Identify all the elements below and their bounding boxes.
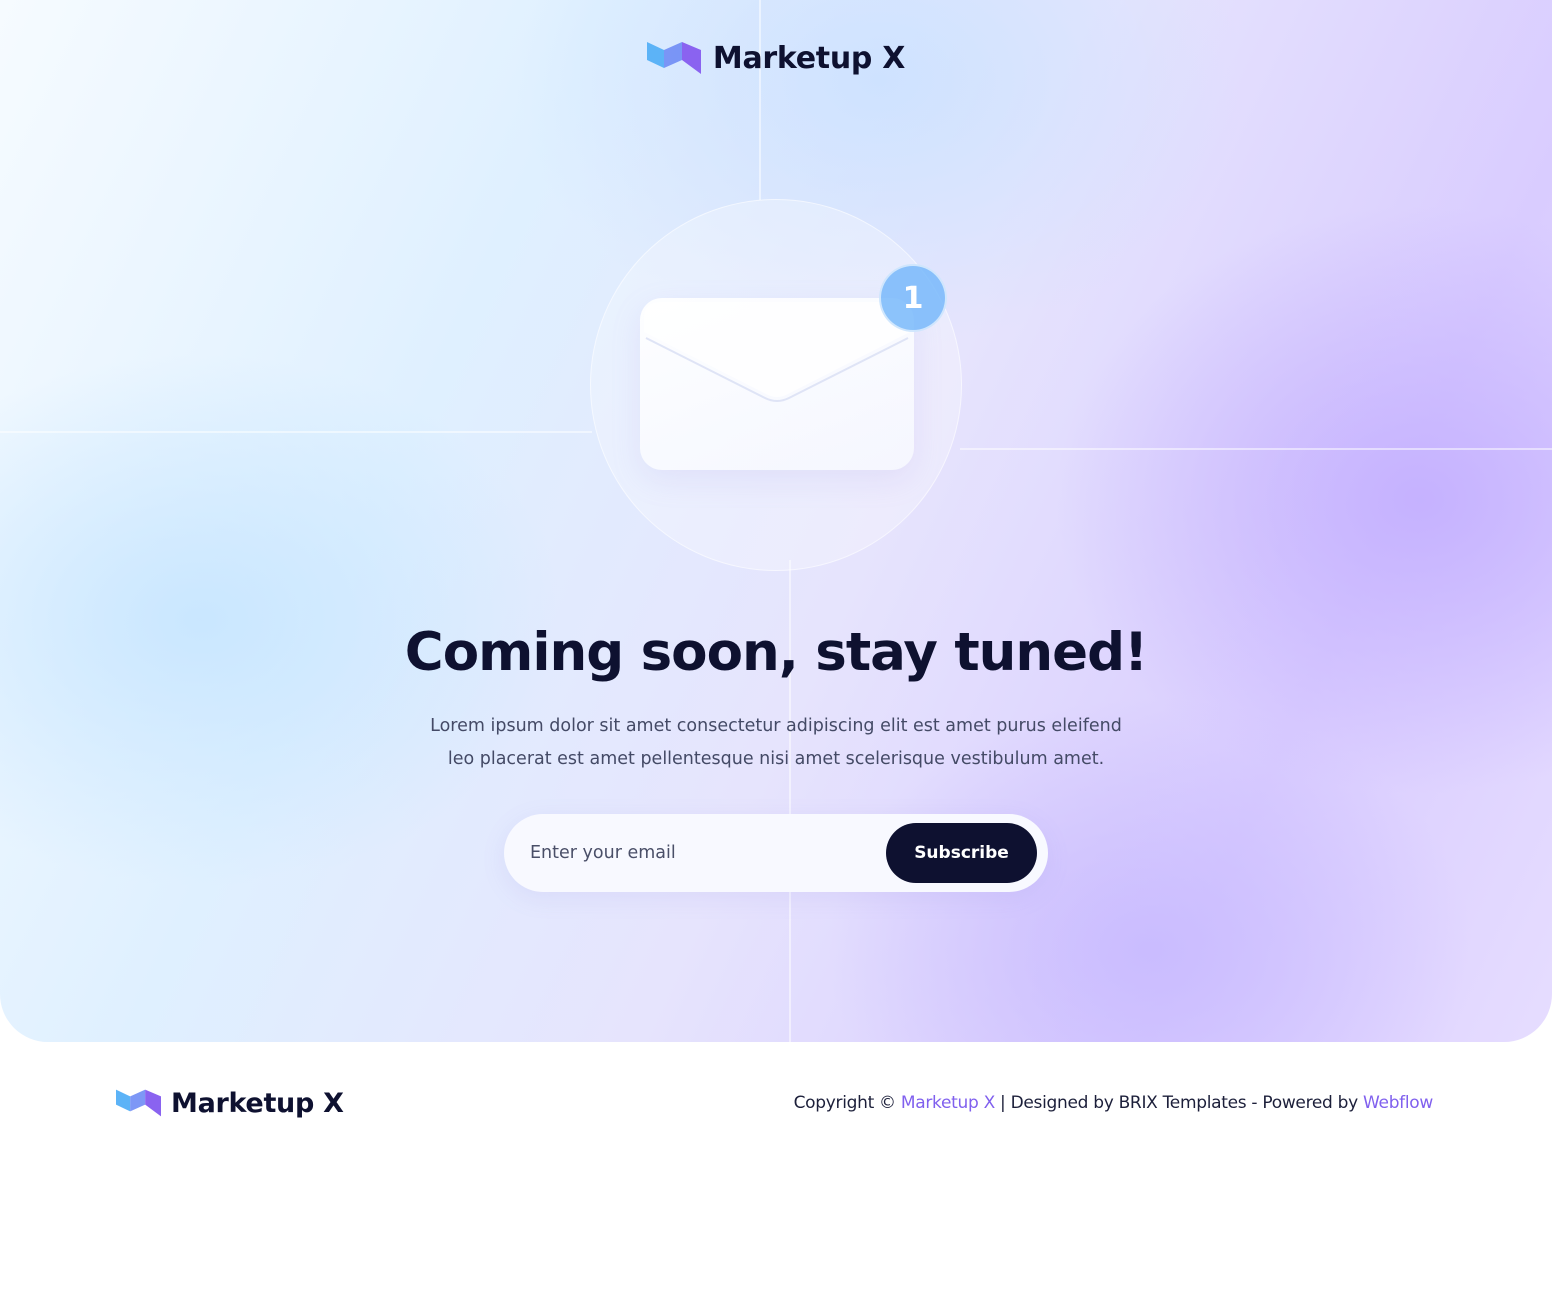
divider-line	[0, 431, 592, 433]
footer-logo[interactable]: Marketup X	[116, 1086, 344, 1120]
brand-logo-icon	[116, 1089, 161, 1117]
notification-badge: 1	[879, 264, 947, 332]
brand-name: Marketup X	[171, 1087, 344, 1119]
envelope-icon	[640, 298, 914, 470]
page-description: Lorem ipsum dolor sit amet consectetur a…	[430, 716, 1122, 769]
divider-line	[759, 0, 761, 200]
copyright-prefix: Copyright ©	[793, 1093, 896, 1113]
subscribe-button[interactable]: Subscribe	[886, 823, 1037, 883]
copyright-text: Copyright © Marketup X | Designed by BRI…	[793, 1093, 1434, 1113]
credits-text: | Designed by BRIX Templates - Powered b…	[1000, 1093, 1358, 1113]
brand-logo-icon	[646, 42, 701, 74]
webflow-link[interactable]: Webflow	[1363, 1093, 1433, 1113]
email-field[interactable]	[530, 833, 860, 873]
brand-name: Marketup X	[712, 40, 906, 76]
header-logo[interactable]: Marketup X	[0, 38, 1552, 78]
hero-section: Marketup X 1 Coming soon, stay tuned! Lo…	[0, 0, 1552, 1042]
divider-line	[960, 448, 1552, 450]
page-title: Coming soon, stay tuned!	[404, 622, 1148, 683]
subscribe-form: Subscribe	[504, 814, 1048, 892]
brand-link[interactable]: Marketup X	[901, 1093, 995, 1113]
